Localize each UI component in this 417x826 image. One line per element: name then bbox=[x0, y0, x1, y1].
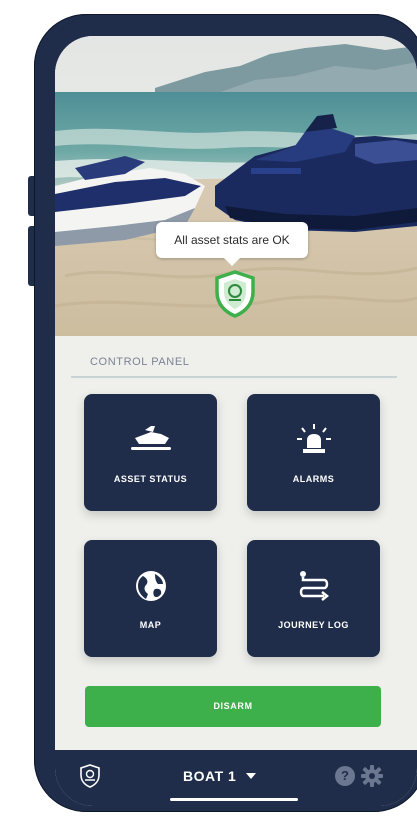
gear-icon[interactable] bbox=[361, 765, 383, 787]
security-shield-icon[interactable] bbox=[213, 270, 257, 318]
asset-status-label: ASSET STATUS bbox=[113, 474, 188, 484]
boat-selector-label: BOAT 1 bbox=[183, 768, 237, 784]
alarms-button[interactable]: ALARMS bbox=[247, 394, 380, 511]
asset-status-button[interactable]: ASSET STATUS bbox=[84, 394, 217, 511]
status-tooltip: All asset stats are OK bbox=[156, 222, 308, 266]
device-mockup: All asset stats are OK CONTROL PANEL ASS… bbox=[0, 0, 417, 826]
boat-selector-dropdown[interactable]: BOAT 1 bbox=[183, 764, 257, 788]
journey-log-label: JOURNEY LOG bbox=[278, 620, 349, 630]
journey-log-button[interactable]: JOURNEY LOG bbox=[247, 540, 380, 657]
app-screen: All asset stats are OK CONTROL PANEL ASS… bbox=[55, 36, 417, 806]
home-indicator bbox=[170, 798, 298, 801]
jetski-icon bbox=[84, 422, 217, 458]
bottom-navigation-bar: BOAT 1 ? bbox=[55, 750, 417, 806]
divider bbox=[71, 376, 397, 378]
map-button[interactable]: MAP bbox=[84, 540, 217, 657]
map-label: MAP bbox=[139, 620, 162, 630]
siren-icon bbox=[247, 422, 380, 458]
globe-icon bbox=[84, 568, 217, 604]
shield-logo-icon[interactable] bbox=[79, 764, 101, 788]
control-panel-title: CONTROL PANEL bbox=[90, 356, 190, 368]
chevron-down-icon bbox=[246, 773, 257, 780]
help-icon[interactable]: ? bbox=[335, 766, 355, 786]
alarms-label: ALARMS bbox=[292, 474, 335, 484]
route-icon bbox=[247, 568, 380, 604]
disarm-button[interactable]: DISARM bbox=[85, 686, 381, 727]
phone-frame: All asset stats are OK CONTROL PANEL ASS… bbox=[34, 14, 417, 812]
